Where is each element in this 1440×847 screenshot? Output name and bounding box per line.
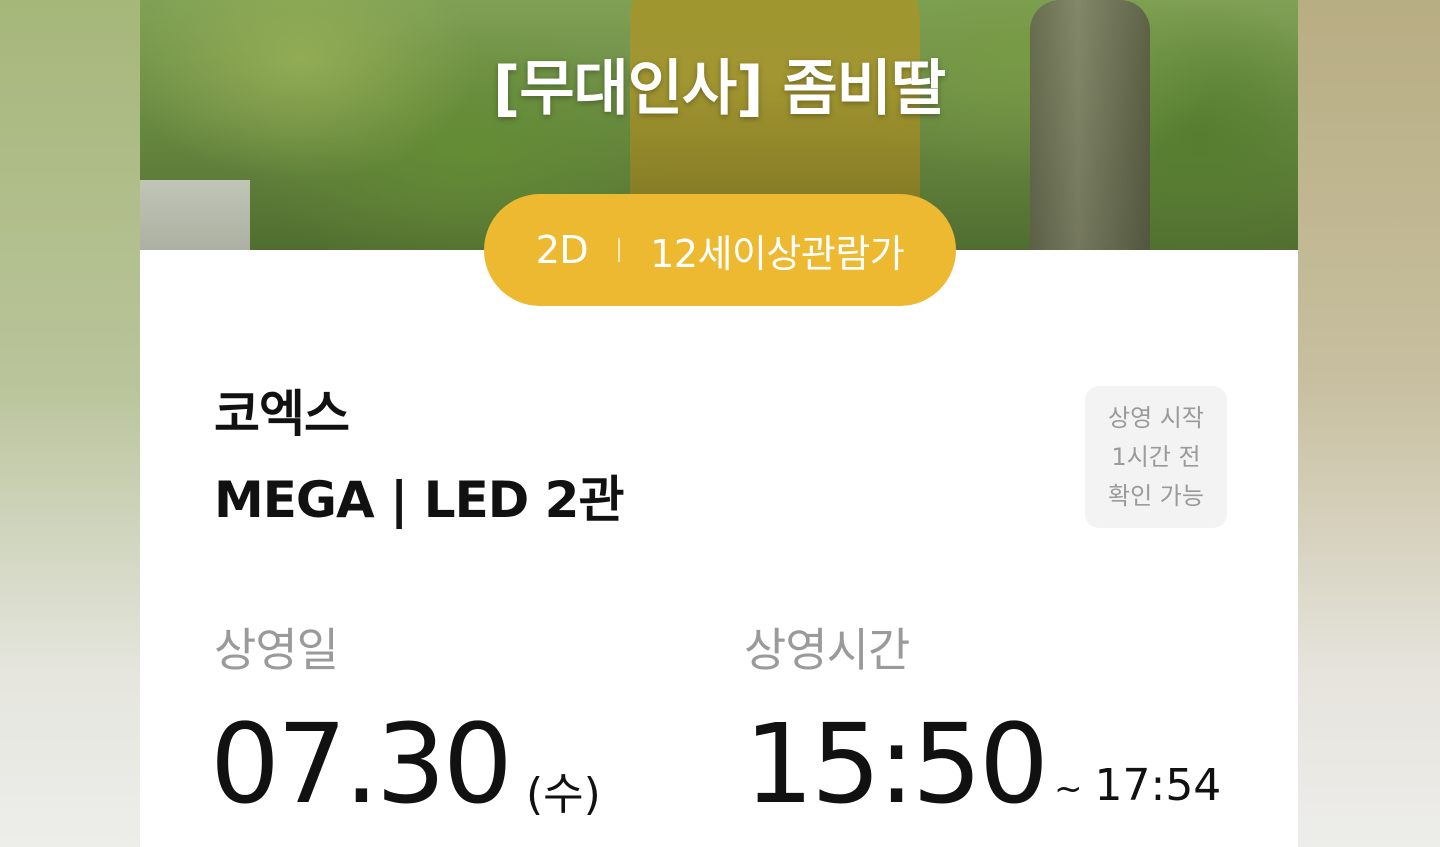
start-time: 15:50 bbox=[744, 700, 1049, 828]
end-time: 17:54 bbox=[1094, 760, 1222, 811]
format-rating-badge: 2D 12세이상관람가 bbox=[484, 194, 956, 306]
end-time-group: ~17:54 bbox=[1054, 760, 1221, 811]
format-label: 2D bbox=[535, 228, 589, 272]
show-date: 07.30 bbox=[210, 700, 513, 828]
background-right bbox=[1298, 0, 1440, 847]
movie-title: [무대인사] 좀비딸 bbox=[492, 54, 946, 124]
date-label: 상영일 bbox=[214, 623, 339, 677]
rating-label: 12세이상관람가 bbox=[650, 231, 905, 276]
show-day: (수) bbox=[526, 769, 601, 820]
seat-notice-box: 상영 시작 1시간 전 확인 가능 bbox=[1085, 386, 1227, 528]
background-left bbox=[0, 0, 140, 847]
theater-name: 코엑스 bbox=[214, 385, 350, 443]
ticket-card: [무대인사] 좀비딸 2D 12세이상관람가 코엑스 MEGA | LED 2관… bbox=[140, 0, 1298, 847]
screen-name: MEGA | LED 2관 bbox=[214, 471, 624, 529]
time-label: 상영시간 bbox=[744, 623, 910, 677]
time-range-tilde: ~ bbox=[1054, 769, 1083, 809]
badge-divider bbox=[618, 238, 621, 262]
